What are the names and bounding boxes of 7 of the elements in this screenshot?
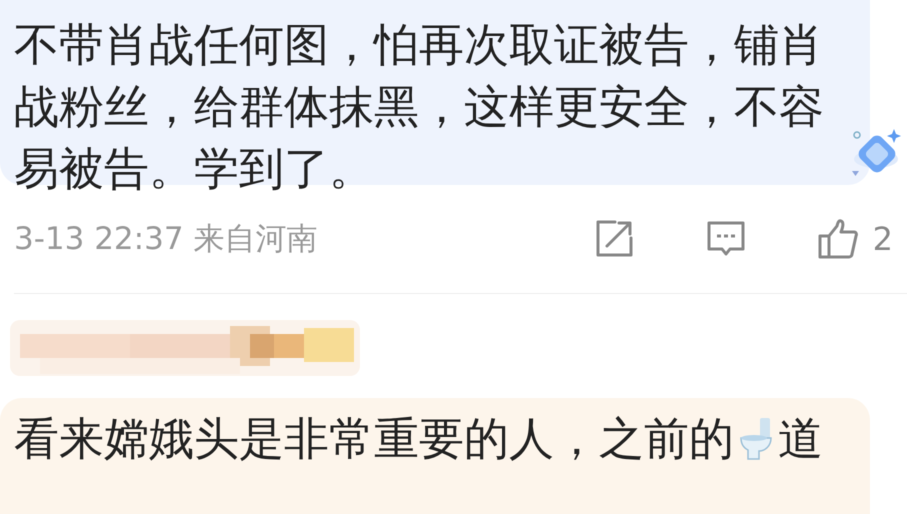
- thumbs-up-icon[interactable]: [816, 218, 859, 260]
- toilet-icon: [738, 416, 774, 462]
- comment-time: 3-13 22:37 来自河南: [14, 220, 318, 259]
- comment-text: 不带肖战任何图，怕再次取证被告，铺肖战粉丝，给群体抹黑，这样更安全，不容易被告。学到了。: [14, 17, 825, 197]
- comment-text: 道: [778, 411, 823, 467]
- comment-text: 看来嫦娥头是非常重要的人，之前的: [14, 411, 734, 467]
- like-count: 2: [872, 220, 893, 258]
